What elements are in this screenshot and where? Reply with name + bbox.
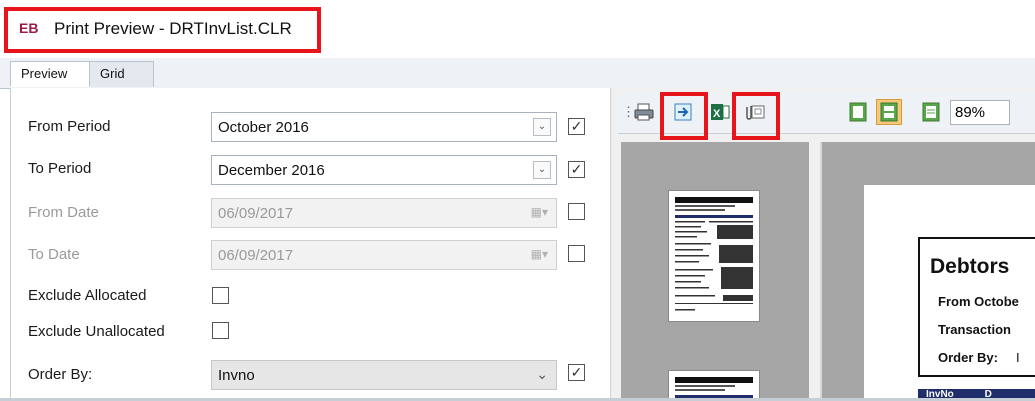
app-logo-icon: EB bbox=[19, 20, 39, 36]
from-period-value: October 2016 bbox=[218, 119, 309, 136]
calendar-icon[interactable]: ▦▾ bbox=[531, 205, 548, 219]
to-period-value: December 2016 bbox=[218, 162, 325, 179]
page-width-button[interactable] bbox=[876, 99, 902, 125]
chevron-down-icon[interactable]: ⌄ bbox=[536, 366, 548, 383]
exclude-unallocated-label: Exclude Unallocated bbox=[28, 323, 165, 340]
page-thumbnail[interactable] bbox=[668, 190, 760, 322]
report-title: Debtors bbox=[930, 255, 1010, 278]
report-order-by-line: Order By: bbox=[938, 350, 998, 365]
toolbar-grip-icon[interactable]: ⋮ bbox=[622, 104, 635, 120]
calendar-icon[interactable]: ▦▾ bbox=[531, 247, 548, 261]
to-date-checkbox[interactable] bbox=[568, 245, 585, 262]
to-date-field[interactable]: 06/09/2017 ▦▾ bbox=[211, 240, 557, 270]
tab-grid[interactable]: Grid bbox=[90, 61, 154, 87]
whole-page-icon[interactable] bbox=[921, 102, 941, 122]
exclude-unallocated-checkbox[interactable] bbox=[212, 322, 229, 339]
email-attachment-icon[interactable] bbox=[745, 102, 765, 122]
print-icon[interactable] bbox=[634, 102, 654, 122]
chevron-down-icon[interactable]: ⌄ bbox=[533, 161, 551, 179]
to-date-label: To Date bbox=[28, 246, 80, 263]
to-period-select[interactable]: December 2016 ⌄ bbox=[211, 155, 557, 185]
window-title: Print Preview - DRTInvList.CLR bbox=[54, 19, 292, 38]
from-period-label: From Period bbox=[28, 118, 111, 135]
page-width-icon bbox=[880, 102, 898, 122]
to-period-label: To Period bbox=[28, 160, 92, 177]
report-order-by-value: I bbox=[1016, 350, 1020, 365]
from-date-checkbox[interactable] bbox=[568, 203, 585, 220]
chevron-down-icon[interactable]: ⌄ bbox=[533, 118, 551, 136]
tab-preview[interactable]: Preview bbox=[10, 61, 90, 87]
report-from-line: From Octobe bbox=[938, 294, 1019, 309]
svg-text:X: X bbox=[713, 108, 721, 120]
zoom-input[interactable]: 89% bbox=[950, 100, 1010, 125]
from-date-field[interactable]: 06/09/2017 ▦▾ bbox=[211, 198, 557, 228]
single-page-icon[interactable] bbox=[848, 102, 868, 122]
from-period-checkbox[interactable]: ✓ bbox=[568, 118, 585, 135]
from-period-select[interactable]: October 2016 ⌄ bbox=[211, 112, 557, 142]
exclude-allocated-checkbox[interactable] bbox=[212, 287, 229, 304]
from-date-value: 06/09/2017 bbox=[218, 205, 294, 222]
report-transaction-line: Transaction bbox=[938, 322, 1011, 337]
to-period-checkbox[interactable]: ✓ bbox=[568, 161, 585, 178]
order-by-select[interactable]: Invno ⌄ bbox=[211, 360, 557, 390]
order-by-value: Invno bbox=[218, 367, 255, 384]
from-date-label: From Date bbox=[28, 204, 99, 221]
tab-strip bbox=[0, 58, 1035, 89]
order-by-label: Order By: bbox=[28, 366, 93, 383]
export-icon[interactable] bbox=[673, 102, 693, 122]
page-thumbnail[interactable] bbox=[668, 370, 760, 401]
to-date-value: 06/09/2017 bbox=[218, 247, 294, 264]
excel-icon[interactable]: X bbox=[710, 102, 730, 122]
order-by-checkbox[interactable]: ✓ bbox=[568, 364, 585, 381]
exclude-allocated-label: Exclude Allocated bbox=[28, 287, 147, 304]
